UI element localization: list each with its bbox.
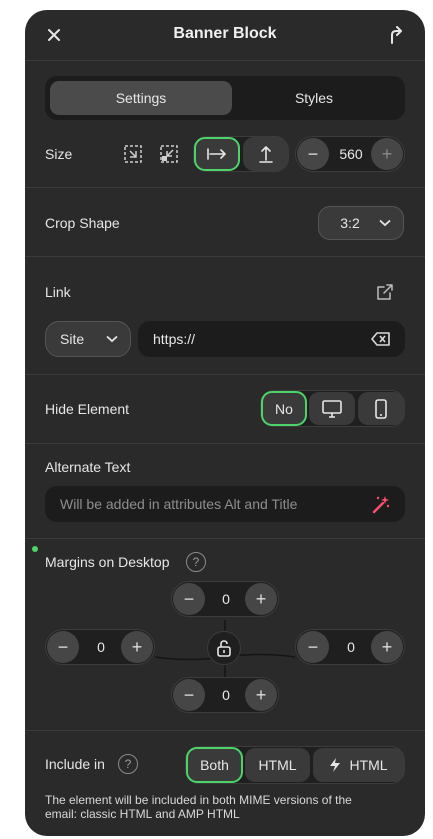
link-url-input[interactable]: https://: [138, 321, 405, 357]
lightning-icon: [330, 758, 341, 772]
divider: [25, 187, 425, 188]
link-label: Link: [45, 284, 71, 300]
margin-left-plus-button[interactable]: +: [121, 631, 153, 663]
help-icon[interactable]: ?: [118, 754, 138, 774]
include-both-button[interactable]: Both: [186, 747, 243, 783]
include-amp-html-button[interactable]: HTML: [313, 748, 404, 782]
include-note-line2: email: classic HTML and AMP HTML: [45, 807, 240, 821]
crop-shape-label: Crop Shape: [45, 215, 120, 231]
desktop-icon: [322, 399, 342, 418]
margin-left-minus-button[interactable]: −: [47, 631, 79, 663]
divider: [25, 60, 425, 61]
unlock-icon: [217, 640, 231, 657]
help-icon[interactable]: ?: [186, 552, 206, 572]
include-amp-html-label: HTML: [349, 757, 388, 773]
hide-element-label: Hide Element: [45, 401, 130, 417]
margin-bottom-value[interactable]: 0: [206, 687, 246, 703]
hide-no-button[interactable]: No: [261, 391, 307, 426]
margin-bottom-plus-button[interactable]: +: [245, 679, 277, 711]
size-minus-button[interactable]: −: [297, 138, 329, 170]
full-width-button[interactable]: [194, 137, 240, 171]
margin-top-stepper: − 0 +: [171, 581, 279, 617]
fit-icon[interactable]: [123, 144, 143, 169]
divider: [25, 443, 425, 444]
margins-label: Margins on Desktop: [45, 554, 170, 570]
margin-bottom-stepper: − 0 +: [171, 677, 279, 713]
link-type-select[interactable]: Site: [45, 321, 131, 357]
include-note: The element will be included in both MIM…: [45, 793, 405, 821]
page-title: Banner Block: [173, 25, 277, 42]
share-icon[interactable]: [385, 24, 407, 46]
divider: [25, 374, 425, 375]
margin-left-stepper: − 0 +: [45, 629, 155, 665]
tab-settings[interactable]: Settings: [50, 81, 232, 115]
panel-header: Banner Block: [25, 10, 425, 60]
crop-shape-select[interactable]: 3:2: [318, 206, 404, 240]
mobile-icon: [375, 398, 387, 419]
divider: [25, 538, 425, 539]
lock-margins-button[interactable]: [207, 631, 241, 665]
link-type-value: Site: [60, 331, 85, 347]
margin-bottom-minus-button[interactable]: −: [173, 679, 205, 711]
alt-text-input[interactable]: Will be added in attributes Alt and Titl…: [45, 486, 405, 522]
tab-styles[interactable]: Styles: [223, 81, 405, 115]
link-url-text: https://: [153, 331, 196, 347]
tab-bar: Settings Styles: [45, 76, 405, 120]
include-in-label: Include in: [45, 756, 105, 772]
clear-input-icon[interactable]: [371, 332, 391, 346]
margin-left-value[interactable]: 0: [81, 639, 121, 655]
margin-right-value[interactable]: 0: [331, 639, 371, 655]
size-plus-button[interactable]: +: [371, 138, 403, 170]
margin-top-minus-button[interactable]: −: [173, 583, 205, 615]
width-arrow-icon: [207, 148, 226, 160]
ai-wand-icon[interactable]: [371, 494, 391, 514]
margin-top-value[interactable]: 0: [206, 591, 246, 607]
chevron-down-icon: [106, 335, 118, 343]
alt-text-label: Alternate Text: [45, 459, 131, 475]
crop-shape-value: 3:2: [340, 215, 360, 231]
changed-indicator-dot: [32, 546, 38, 552]
size-label: Size: [45, 146, 73, 162]
margin-top-plus-button[interactable]: +: [245, 583, 277, 615]
height-arrow-icon: [258, 146, 273, 163]
include-note-line1: The element will be included in both MIM…: [45, 793, 352, 807]
size-value[interactable]: 560: [332, 146, 370, 162]
settings-panel: Banner Block Settings Styles Size − 560 …: [25, 10, 425, 836]
divider: [25, 256, 425, 257]
size-stepper: − 560 +: [295, 136, 405, 172]
external-link-icon[interactable]: [376, 283, 394, 306]
hide-desktop-button[interactable]: [309, 392, 355, 425]
hide-mobile-button[interactable]: [358, 392, 404, 425]
include-html-button[interactable]: HTML: [245, 748, 310, 782]
margin-right-stepper: − 0 +: [295, 629, 405, 665]
auto-height-button[interactable]: [243, 137, 288, 171]
shrink-icon[interactable]: [159, 144, 179, 169]
alt-text-placeholder: Will be added in attributes Alt and Titl…: [60, 496, 298, 512]
chevron-down-icon: [379, 219, 391, 227]
divider: [25, 730, 425, 731]
margin-right-minus-button[interactable]: −: [297, 631, 329, 663]
margin-right-plus-button[interactable]: +: [371, 631, 403, 663]
